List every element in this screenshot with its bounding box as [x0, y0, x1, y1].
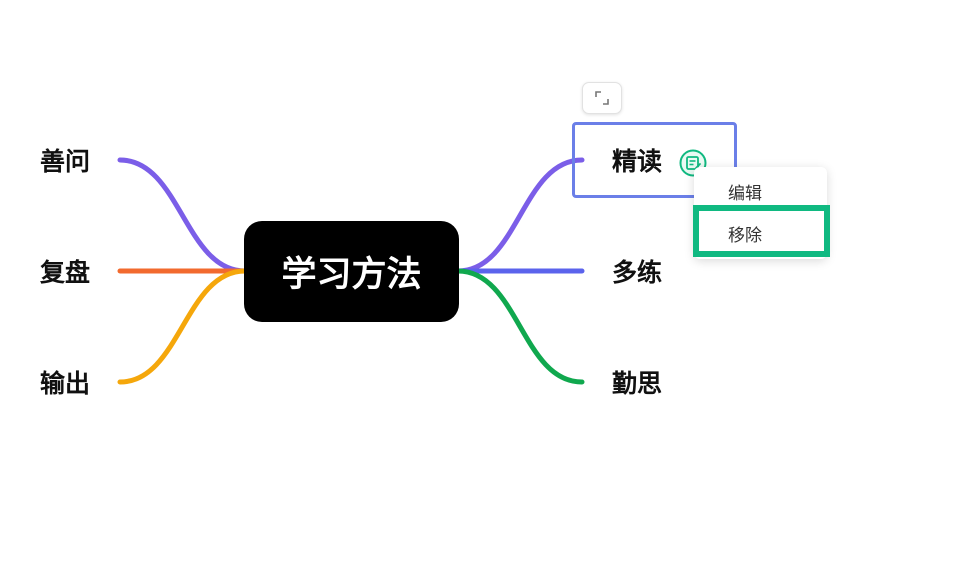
note-context-menu: 编辑 移除	[694, 167, 827, 259]
branch-node-left-2[interactable]: 复盘	[40, 258, 90, 288]
branch-node-label: 复盘	[40, 258, 91, 287]
branch-node-label: 多练	[612, 258, 663, 287]
root-node[interactable]: 学习方法	[244, 221, 459, 322]
menu-item-remove[interactable]: 移除	[694, 213, 827, 253]
branch-node-right-2[interactable]: 多练	[612, 258, 662, 288]
collapse-toggle-icon	[595, 91, 609, 105]
connector-right-3	[455, 268, 585, 385]
menu-item-edit[interactable]: 编辑	[694, 171, 827, 211]
connector-left-3	[117, 268, 248, 385]
branch-node-right-3[interactable]: 勤思	[612, 369, 662, 399]
connector-right-1	[455, 157, 585, 274]
branch-node-right-1[interactable]: 精读	[612, 147, 662, 177]
menu-item-label: 编辑	[728, 183, 762, 204]
branch-node-left-3[interactable]: 输出	[40, 369, 90, 399]
branch-node-left-1[interactable]: 善问	[40, 147, 90, 177]
connector-left-1	[117, 157, 248, 274]
branch-node-label: 精读	[612, 147, 663, 176]
branch-node-label: 善问	[40, 147, 91, 176]
branch-connectors	[117, 157, 585, 385]
branch-node-label: 勤思	[612, 369, 663, 398]
menu-item-label: 移除	[728, 225, 762, 246]
root-node-label: 学习方法	[281, 255, 422, 295]
mindmap-canvas[interactable]: 学习方法 善问 复盘 输出 精读 多练 勤思 编辑 移除	[0, 0, 961, 561]
branch-node-label: 输出	[40, 369, 91, 398]
collapse-toggle-button[interactable]	[582, 82, 622, 114]
